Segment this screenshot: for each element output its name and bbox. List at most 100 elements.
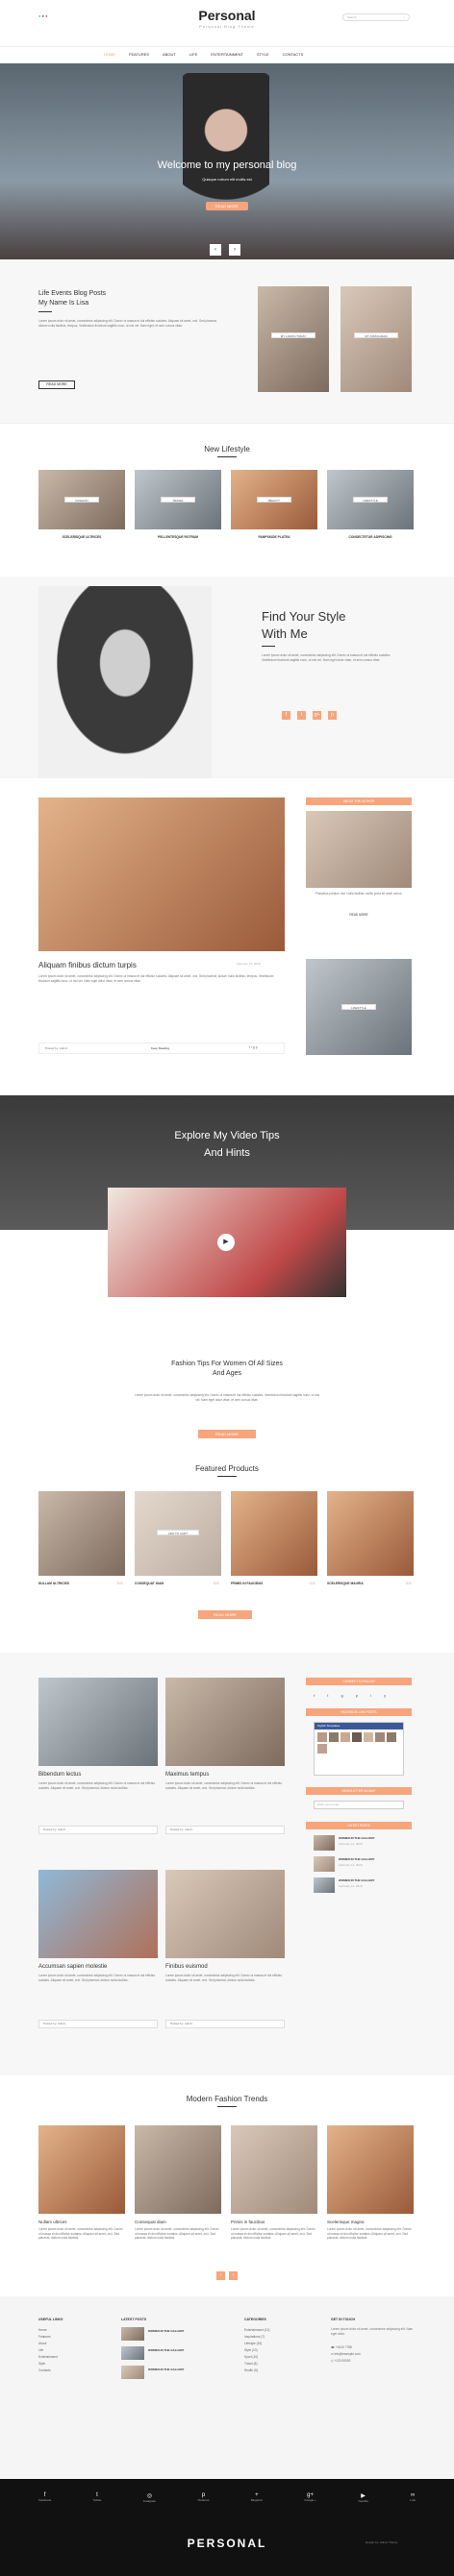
- follow-icons[interactable]: f t g p i y: [314, 1693, 391, 1698]
- trends-next-arrow-icon[interactable]: ›: [229, 2271, 238, 2280]
- badge-travel[interactable]: TRAVEL: [161, 497, 195, 503]
- footer-latest-title-3[interactable]: WOMEN IN THE GALLERY: [148, 2367, 185, 2371]
- search-input[interactable]: Search ⌕: [342, 13, 410, 21]
- pinterest-link[interactable]: p Pinterest: [198, 2492, 210, 2503]
- footer-latest-thumb-1[interactable]: [121, 2327, 144, 2341]
- grid-post-title-3[interactable]: Accumsan sapien molestie: [38, 1964, 107, 1970]
- youtube-icon[interactable]: ▶: [358, 2492, 368, 2499]
- nav-life[interactable]: LIFE: [189, 52, 197, 57]
- latest-title-2[interactable]: WOMEN IN THE GALLERY: [339, 1857, 375, 1861]
- footer-link[interactable]: Life: [38, 2347, 58, 2354]
- footer-latest-title-2[interactable]: WOMEN IN THE GALLERY: [148, 2348, 185, 2352]
- trend-image-3[interactable]: [231, 2125, 317, 2214]
- trend-title-1[interactable]: Nullam ultrices: [38, 2220, 67, 2224]
- post-image[interactable]: [38, 797, 285, 951]
- hero-next-arrow-icon[interactable]: ›: [229, 244, 240, 256]
- trend-title-2[interactable]: Consequat diam: [135, 2220, 166, 2224]
- category-link[interactable]: Travel (8): [244, 2361, 269, 2367]
- footer-link[interactable]: Home: [38, 2327, 58, 2334]
- facebook-link[interactable]: f Facebook: [38, 2492, 51, 2503]
- badge-my-looks[interactable]: MY LOOKS TODAY: [271, 332, 315, 338]
- product-name-2[interactable]: CONSEQUAT DIAM: [135, 1582, 164, 1585]
- product-image-3[interactable]: [231, 1491, 317, 1576]
- badge-lifestyle-sidebar[interactable]: LIFESTYLE: [341, 1004, 376, 1010]
- lifestyle-label-4[interactable]: CONSECTETUR ADIPISCING: [327, 535, 414, 539]
- post-keep-reading-link[interactable]: Keep Reading: [151, 1046, 169, 1050]
- video-read-more-button[interactable]: READ MORE: [198, 1430, 256, 1438]
- category-link[interactable]: Lifestyle (15): [244, 2341, 269, 2347]
- pinterest-icon[interactable]: p: [328, 711, 337, 720]
- google-plus-link[interactable]: g+ Google +: [304, 2492, 315, 2503]
- latest-thumb-1[interactable]: [314, 1835, 335, 1851]
- trend-image-2[interactable]: [135, 2125, 221, 2214]
- latest-thumb-3[interactable]: [314, 1877, 335, 1893]
- google-plus-icon[interactable]: g+: [313, 711, 321, 720]
- footer-email[interactable]: info@example.com: [335, 2352, 361, 2356]
- grid-post-title-1[interactable]: Bibendum lectus: [38, 1772, 81, 1778]
- twitter-icon[interactable]: t: [297, 711, 306, 720]
- hero-prev-arrow-icon[interactable]: ‹: [210, 244, 221, 256]
- grid-post-image-4[interactable]: [165, 1870, 285, 1958]
- lifestyle-label-3[interactable]: FAMPSKIDE PLATEA: [231, 535, 317, 539]
- category-link[interactable]: Entertainment (12): [244, 2327, 269, 2334]
- trend-title-3[interactable]: Primis in faucibus: [231, 2220, 265, 2224]
- facebook-widget[interactable]: Stylish Templates: [314, 1722, 404, 1776]
- nav-style[interactable]: STYLE: [257, 52, 269, 57]
- trend-title-4[interactable]: Scelerisque magna: [327, 2220, 365, 2224]
- footer-link[interactable]: About: [38, 2341, 58, 2347]
- category-link[interactable]: Inspirations (7): [244, 2334, 269, 2341]
- facebook-icon[interactable]: f: [282, 711, 290, 720]
- link-link[interactable]: ∞ Link: [410, 2492, 416, 2503]
- instagram-icon[interactable]: ◎: [143, 2492, 156, 2499]
- add-to-cart-button[interactable]: ADD TO CART: [157, 1530, 199, 1535]
- grid-post-image-2[interactable]: [165, 1678, 285, 1766]
- trend-image-1[interactable]: [38, 2125, 125, 2214]
- badge-my-instagram[interactable]: MY INSTAGRAM: [354, 332, 398, 338]
- grid-post-image-1[interactable]: [38, 1678, 158, 1766]
- latest-title-3[interactable]: WOMEN IN THE GALLERY: [339, 1878, 375, 1882]
- product-name-3[interactable]: PRIMIS IN FAUCIBUS: [231, 1582, 263, 1585]
- bloglovin-link[interactable]: + Bloglovin: [251, 2492, 263, 2503]
- footer-latest-title-1[interactable]: WOMEN IN THE GALLERY: [148, 2329, 185, 2333]
- grid-post-title-2[interactable]: Maximus tempus: [165, 1772, 209, 1778]
- grid-post-title-4[interactable]: Finibus euismod: [165, 1964, 208, 1970]
- instagram-link[interactable]: ◎ Instagram: [143, 2492, 156, 2503]
- product-image-1[interactable]: [38, 1491, 125, 1576]
- footer-link[interactable]: Features: [38, 2334, 58, 2341]
- nav-about[interactable]: ABOUT: [163, 52, 176, 57]
- youtube-link[interactable]: ▶ Youtube: [358, 2492, 368, 2503]
- product-image-4[interactable]: [327, 1491, 414, 1576]
- product-name-4[interactable]: SCELERISQUE MAURIA: [327, 1582, 364, 1585]
- badge-beauty[interactable]: BEAUTY: [257, 497, 291, 503]
- about-read-more-button[interactable]: READ MORE: [38, 380, 75, 389]
- footer-link[interactable]: Entertainment: [38, 2354, 58, 2361]
- twitter-link[interactable]: t Twitter: [93, 2492, 102, 2503]
- category-link[interactable]: Health (5): [244, 2367, 269, 2374]
- badge-lifestyle[interactable]: LIFESTYLE: [353, 497, 388, 503]
- nav-entertainment[interactable]: ENTERTAINMENT: [211, 52, 243, 57]
- product-name-1[interactable]: NULLAM ULTRICIES: [38, 1582, 69, 1585]
- category-link[interactable]: Sport (10): [244, 2354, 269, 2361]
- footer-link[interactable]: Style: [38, 2361, 58, 2367]
- nav-features[interactable]: FEATURES: [129, 52, 149, 57]
- lifestyle-label-2[interactable]: PELLENTESQUE ROTRUM: [135, 535, 221, 539]
- latest-thumb-2[interactable]: [314, 1856, 335, 1872]
- latest-title-1[interactable]: WOMEN IN THE GALLERY: [339, 1836, 375, 1840]
- nav-home[interactable]: HOME: [104, 52, 115, 57]
- newsletter-email-input[interactable]: Enter your email: [314, 1801, 404, 1809]
- post-title[interactable]: Aliquam finibus dictum turpis: [38, 961, 137, 969]
- lifestyle-label-1[interactable]: SCELERISQUE ULTRICES: [38, 535, 125, 539]
- post-share-icons[interactable]: f t g p: [249, 1045, 258, 1049]
- category-link[interactable]: Style (10): [244, 2347, 269, 2354]
- footer-latest-thumb-2[interactable]: [121, 2346, 144, 2360]
- badge-fashion[interactable]: FASHION: [64, 497, 99, 503]
- grid-post-image-3[interactable]: [38, 1870, 158, 1958]
- trends-prev-arrow-icon[interactable]: ‹: [216, 2271, 225, 2280]
- trend-image-4[interactable]: [327, 2125, 414, 2214]
- nav-contacts[interactable]: CONTACTS: [283, 52, 304, 57]
- author-read-more-link[interactable]: READ MORE: [306, 913, 412, 917]
- hero-read-more-button[interactable]: READ MORE: [206, 202, 248, 210]
- search-icon[interactable]: ⌕: [403, 14, 405, 20]
- footer-link[interactable]: Contacts: [38, 2367, 58, 2374]
- play-icon[interactable]: ▶: [217, 1234, 235, 1251]
